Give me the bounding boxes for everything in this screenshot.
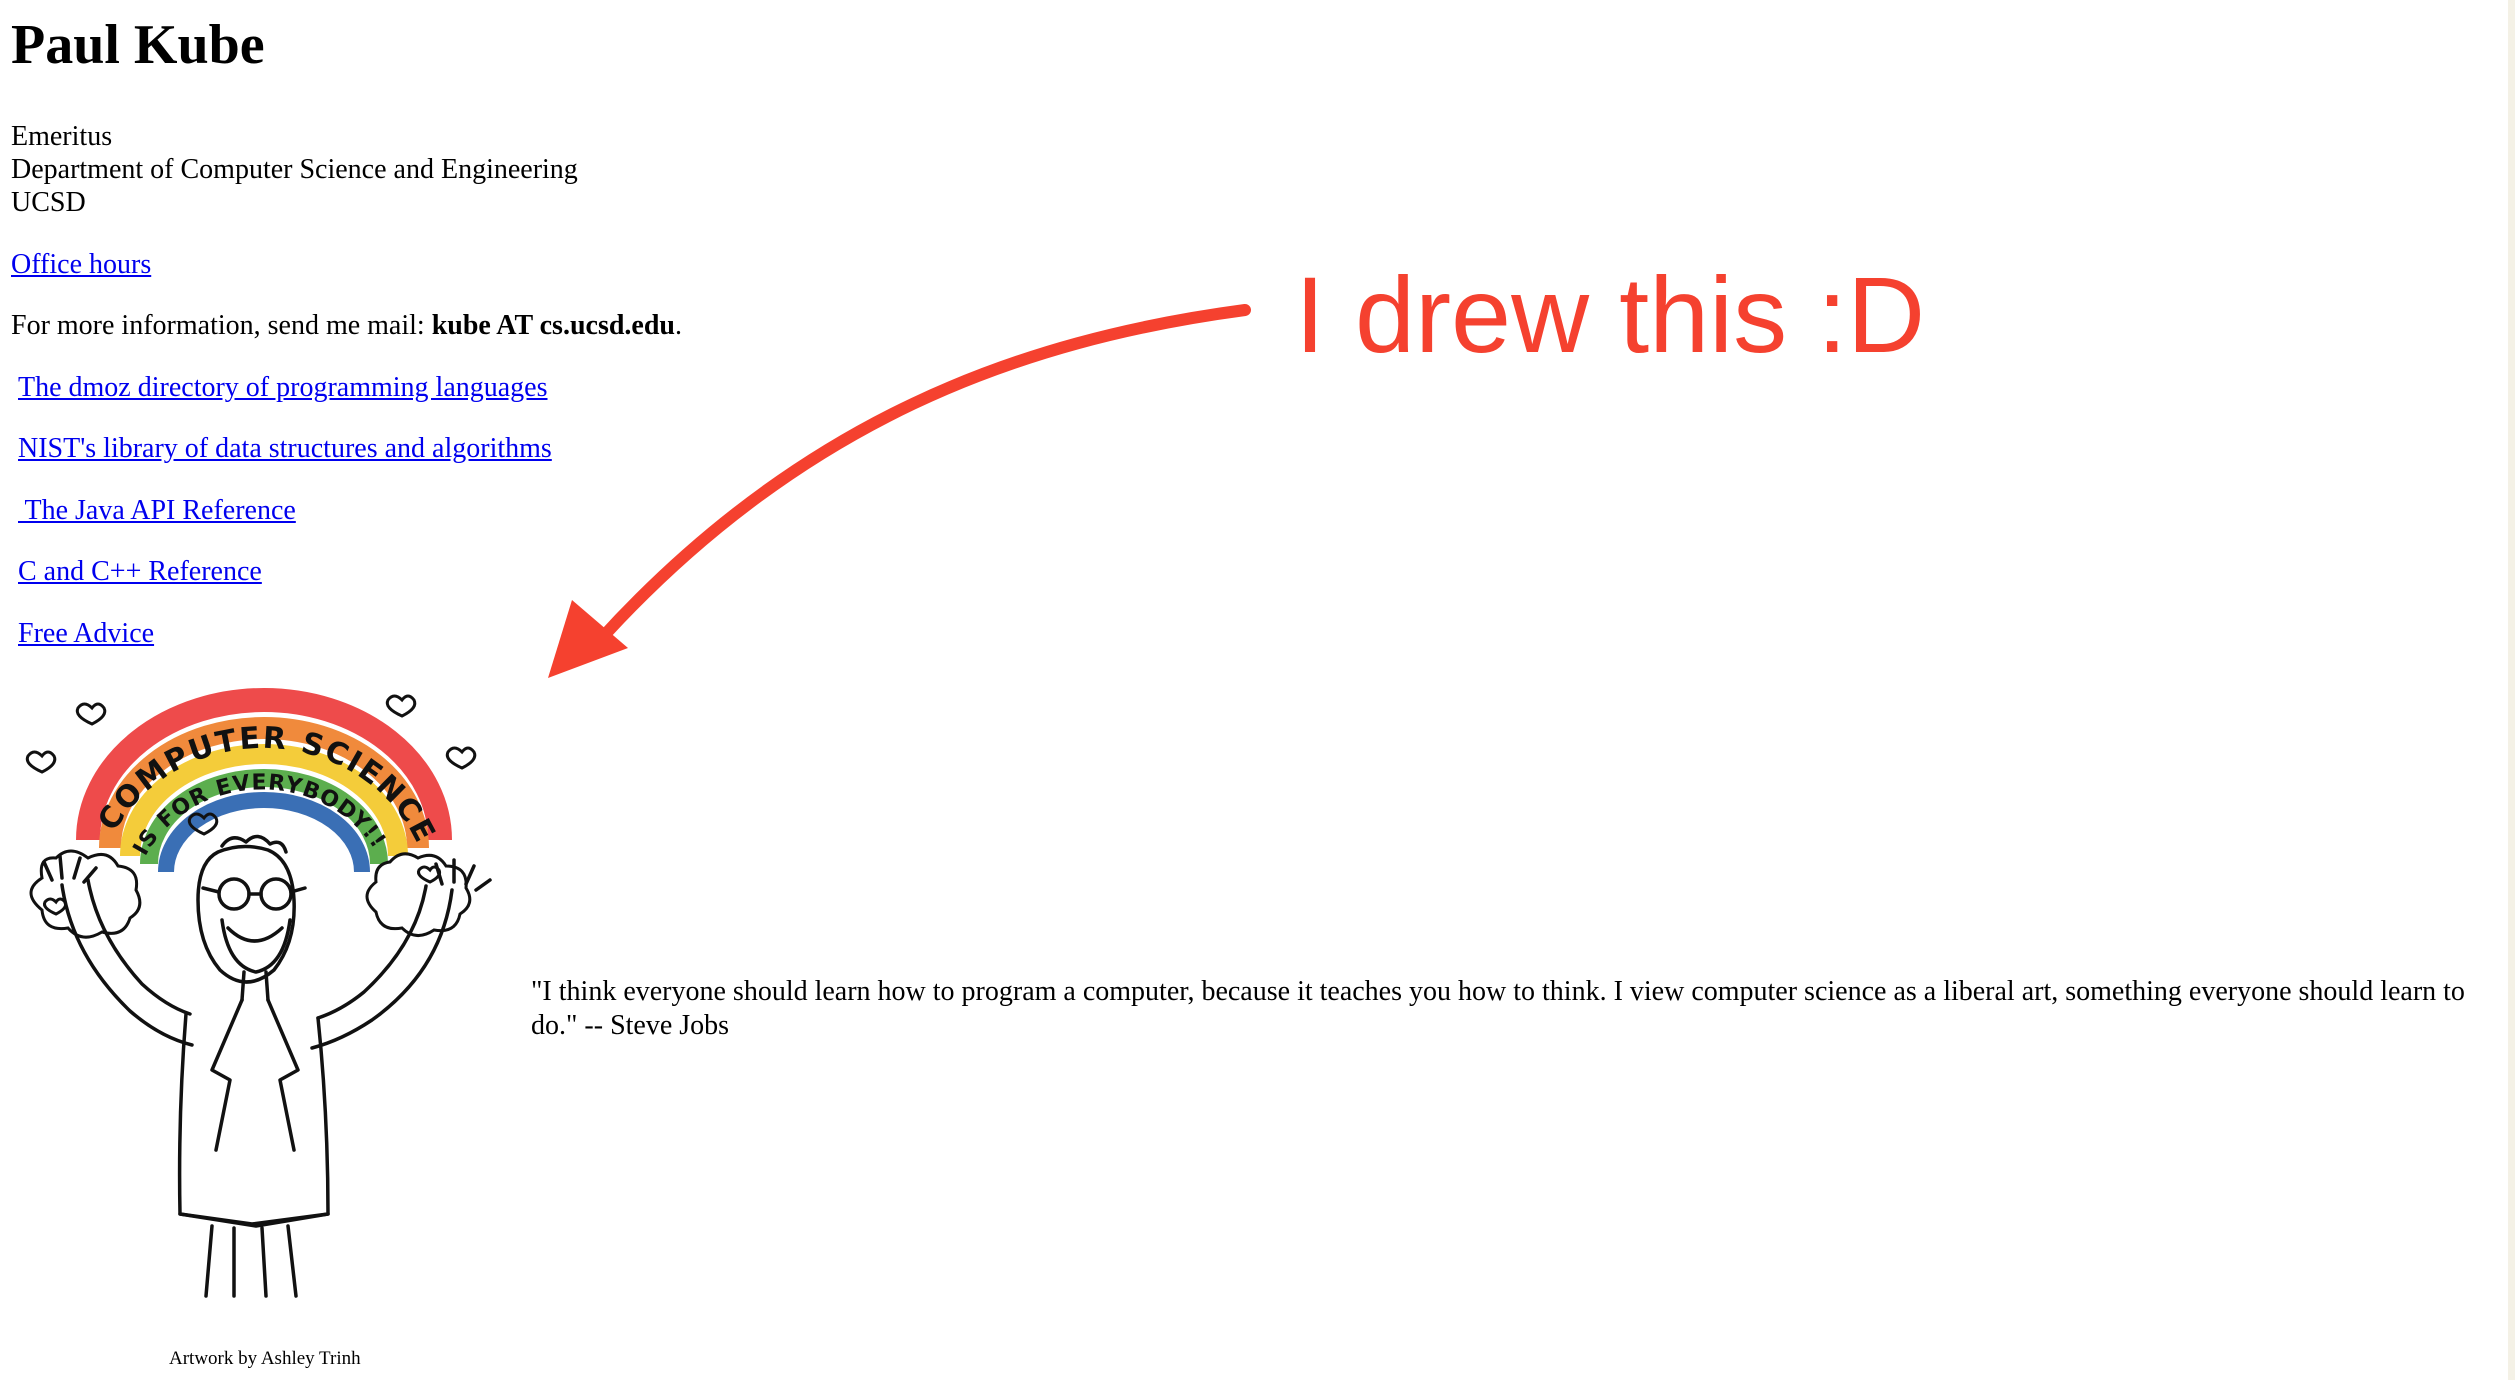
annotation-arrow-curve — [594, 304, 1251, 646]
professor-rainbow-drawing: COMPUTER SCIENCE IS FOR EVERYBODY!! — [25, 688, 492, 1298]
contact-email: kube AT cs.ucsd.edu — [431, 310, 675, 341]
contact-prefix: For more information, send me mail: — [11, 310, 432, 341]
page-title: Paul Kube — [11, 14, 265, 76]
page-right-edge — [2508, 0, 2515, 1380]
cpp-reference-link[interactable]: C and C++ Reference — [18, 555, 262, 588]
free-advice-link[interactable]: Free Advice — [18, 617, 154, 650]
left-cloud — [29, 849, 142, 939]
contact-suffix: . — [674, 310, 682, 341]
department-text: Department of Computer Science and Engin… — [11, 154, 578, 185]
contact-line: For more information, send me mail: kube… — [11, 309, 682, 342]
institution-text: UCSD — [11, 187, 86, 218]
role-text: Emeritus — [11, 121, 113, 152]
artwork-credit: Artwork by Ashley Trinh — [169, 1348, 361, 1369]
java-api-link[interactable]: The Java API Reference — [18, 494, 295, 527]
dmoz-link[interactable]: The dmoz directory of programming langua… — [18, 371, 548, 404]
annotation-arrowhead — [548, 600, 628, 678]
office-hours-link[interactable]: Office hours — [11, 248, 151, 281]
nist-link[interactable]: NIST's library of data structures and al… — [18, 432, 552, 465]
steve-jobs-quote: "I think everyone should learn how to pr… — [531, 976, 2465, 1041]
annotation-text: I drew this :D — [1295, 254, 1926, 375]
